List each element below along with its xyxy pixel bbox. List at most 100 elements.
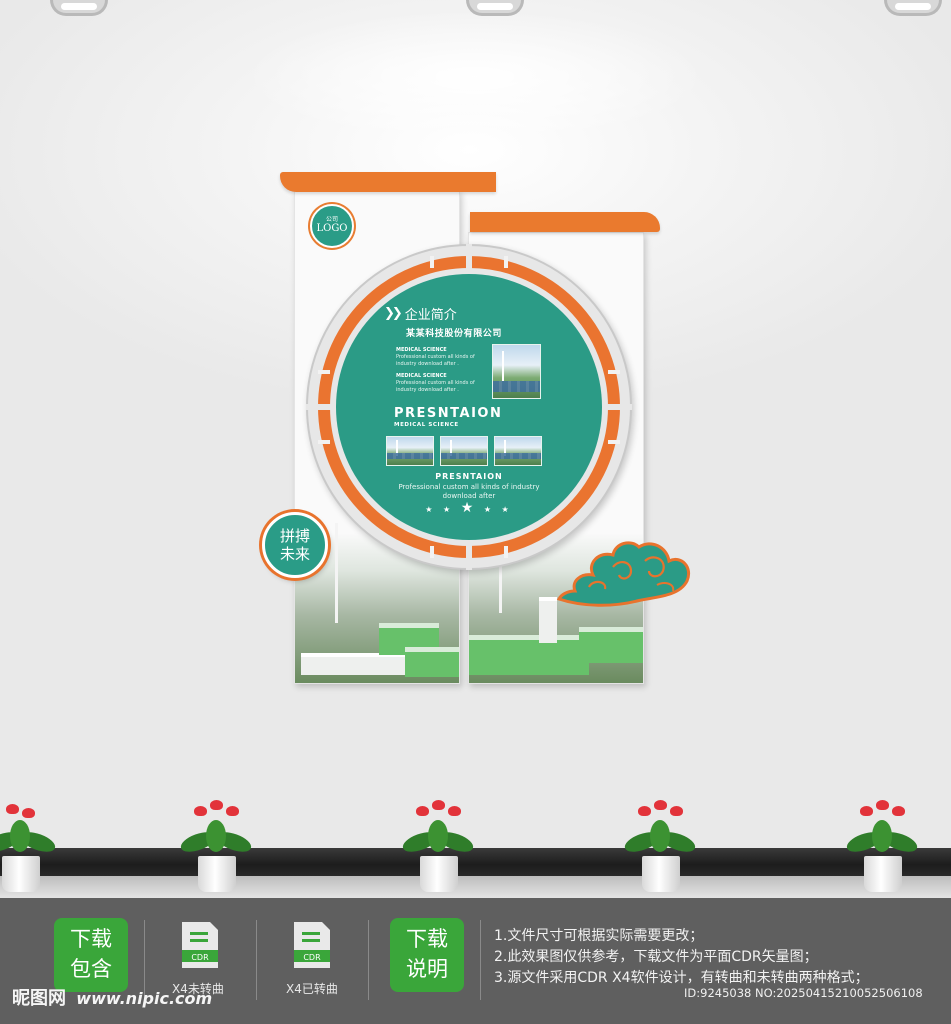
landscape-photo: [494, 436, 542, 466]
solar-photo: [386, 436, 434, 466]
logo-caption: 公司: [325, 216, 338, 223]
ring-split: [466, 540, 472, 570]
potted-plant: [0, 796, 60, 896]
star-icon: ★: [460, 500, 478, 516]
flower-pot: [2, 856, 40, 892]
slogan-line-2: 未来: [279, 545, 310, 563]
ring-split: [466, 244, 472, 274]
logo-text: LOGO: [316, 223, 348, 234]
flower-pot: [198, 856, 236, 892]
flower-pot: [864, 856, 902, 892]
ring-tick: [318, 370, 330, 374]
flower-icon: [892, 806, 905, 816]
blurb-1-heading: MEDICAL SCIENCE: [396, 347, 447, 353]
note-line: 1.文件尺寸可根据实际需要更改；: [494, 928, 704, 944]
plant-leaves-icon: [402, 820, 474, 852]
download-instructions-line-2: 说明: [406, 957, 448, 981]
wind-farm-photo: [492, 344, 541, 399]
blurb-2: MEDICAL SCIENCE Professional custom all …: [396, 373, 486, 394]
wind-turbine: [335, 523, 338, 623]
file-type-text: CDR: [191, 953, 209, 962]
download-instructions-line-1: 下载: [406, 927, 448, 951]
section-heading: PRESNTAION: [435, 472, 503, 481]
turbine-photo: [440, 436, 488, 466]
blurb-2-text: Professional custom all kinds of industr…: [396, 380, 475, 393]
factory-building: [469, 635, 589, 675]
blurb-1-text: Professional custom all kinds of industr…: [396, 354, 475, 367]
wall-scene: 公司 LOGO ❯❯ 企业简介 某某科技股份有限公司 MEDICAL SCIEN…: [0, 0, 951, 898]
slogan-badge: 拼搏 未来: [262, 512, 328, 578]
potted-plant: [398, 796, 478, 896]
ring-tick: [608, 440, 620, 444]
flower-icon: [6, 804, 19, 814]
factory-building: [405, 647, 459, 677]
star-icon: ★: [501, 505, 513, 514]
presentation-subheading: MEDICAL SCIENCE: [394, 422, 459, 428]
file-label-curved: X4已转曲: [286, 982, 338, 996]
download-contents-line-1: 下载: [70, 927, 112, 951]
company-name: 某某科技股份有限公司: [406, 329, 503, 339]
divider: [256, 920, 257, 1000]
flower-icon: [416, 806, 429, 816]
double-chevron-icon: ❯❯: [384, 306, 403, 321]
site-watermark: 昵图网 www.nipic.com: [12, 984, 212, 1010]
section-text: Professional custom all kinds of industr…: [398, 483, 540, 500]
image-id-text: ID:9245038 NO:20250415210052506108: [684, 986, 923, 1000]
flower-icon: [448, 806, 461, 816]
slogan-line-1: 拼搏: [279, 527, 310, 545]
download-contents-line-2: 包含: [70, 957, 112, 981]
flower-icon: [876, 800, 889, 810]
auspicious-cloud-icon: [556, 541, 690, 607]
potted-plant: [176, 796, 256, 896]
cdr-file-icon: CDR: [182, 922, 218, 968]
flower-pot: [420, 856, 458, 892]
star-rating: ★ ★ ★ ★ ★: [336, 500, 602, 516]
ring-split: [306, 404, 336, 410]
watermark-url[interactable]: www.nipic.com: [76, 989, 212, 1008]
divider: [368, 920, 369, 1000]
file-type-text: CDR: [303, 953, 321, 962]
flower-icon: [226, 806, 239, 816]
orange-cap-left: [280, 172, 496, 192]
ring-tick: [430, 546, 434, 558]
company-profile-circle: ❯❯ 企业简介 某某科技股份有限公司 MEDICAL SCIENCE Profe…: [336, 274, 602, 540]
star-icon: ★: [443, 505, 455, 514]
blurb-2-heading: MEDICAL SCIENCE: [396, 373, 447, 379]
download-instructions-button[interactable]: 下载 说明: [390, 918, 464, 992]
ceiling-light: [884, 0, 942, 16]
flower-icon: [670, 806, 683, 816]
ceiling-light: [466, 0, 524, 16]
ring-split: [602, 404, 632, 410]
plant-leaves-icon: [624, 820, 696, 852]
download-contents-button[interactable]: 下载 包含: [54, 918, 128, 992]
star-icon: ★: [425, 505, 437, 514]
potted-plant: [620, 796, 700, 896]
factory-building: [301, 653, 405, 675]
ring-tick: [504, 256, 508, 268]
orange-cap-right: [470, 212, 660, 232]
ring-tick: [608, 370, 620, 374]
watermark-site-name: 昵图网: [12, 988, 66, 1009]
star-icon: ★: [483, 505, 495, 514]
factory-building: [579, 627, 643, 663]
ring-tick: [504, 546, 508, 558]
plant-leaves-icon: [180, 820, 252, 852]
flower-icon: [22, 808, 35, 818]
flower-pot: [642, 856, 680, 892]
flower-icon: [638, 806, 651, 816]
download-info-bar: 下载 包含 CDR X4未转曲 CDR X4已转曲 下载 说明 1.文件尺寸可根…: [0, 898, 951, 1024]
divider: [480, 920, 481, 1000]
ring-tick: [318, 440, 330, 444]
ceiling-light: [50, 0, 108, 16]
download-notes: 1.文件尺寸可根据实际需要更改； 2.此效果图仅供参考，下载文件为平面CDR矢量…: [494, 926, 869, 989]
ring-tick: [430, 256, 434, 268]
note-line: 2.此效果图仅供参考，下载文件为平面CDR矢量图；: [494, 949, 818, 965]
flower-icon: [432, 800, 445, 810]
potted-plant: [842, 796, 922, 896]
flower-icon: [860, 806, 873, 816]
plant-leaves-icon: [846, 820, 918, 852]
cdr-file-icon: CDR: [294, 922, 330, 968]
flower-icon: [654, 800, 667, 810]
blurb-1: MEDICAL SCIENCE Professional custom all …: [396, 347, 486, 368]
company-logo-badge: 公司 LOGO: [310, 204, 354, 248]
